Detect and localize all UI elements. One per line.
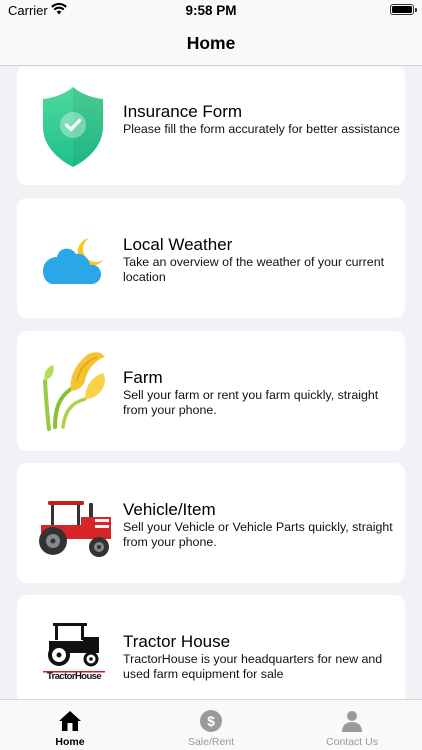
tab-label: Contact Us — [326, 736, 378, 748]
card-description: Sell your farm or rent you farm quickly,… — [123, 388, 379, 417]
card-list[interactable]: Insurance Form Please fill the form accu… — [0, 67, 422, 699]
card-vehicle-item[interactable]: Vehicle/Item Sell your Vehicle or Vehicl… — [17, 463, 405, 583]
tab-bar: Home $ Sale/Rent Contact Us — [0, 699, 422, 750]
battery-tip — [415, 8, 417, 12]
card-tractor-house[interactable]: TractorHouse Tractor House TractorHouse … — [17, 595, 405, 699]
person-icon — [342, 711, 362, 732]
wheat-icon — [43, 352, 105, 431]
card-description: Please fill the form accurately for bett… — [123, 122, 400, 136]
dollar-circle-icon: $ — [200, 710, 222, 732]
status-bar: Carrier 9:58 PM — [0, 0, 422, 22]
card-description: Sell your Vehicle or Vehicle Parts quick… — [123, 520, 393, 549]
card-description: Take an overview of the weather of your … — [123, 255, 385, 284]
shield-check-icon — [43, 87, 103, 167]
card-title: Vehicle/Item — [123, 500, 216, 519]
tab-home[interactable]: Home — [0, 700, 140, 750]
tractor-icon — [39, 501, 111, 557]
tab-sale-rent[interactable]: $ Sale/Rent — [141, 700, 281, 750]
card-local-weather[interactable]: Local Weather Take an overview of the we… — [17, 198, 405, 318]
home-icon — [59, 711, 81, 731]
card-title: Farm — [123, 368, 163, 387]
clock: 9:58 PM — [185, 3, 237, 18]
card-title: Local Weather — [123, 235, 233, 254]
card-title: Tractor House — [123, 632, 231, 651]
battery-icon — [390, 4, 417, 15]
page-title: Home — [186, 33, 236, 53]
svg-text:$: $ — [207, 713, 215, 729]
card-farm[interactable]: Farm Sell your farm or rent you farm qui… — [17, 331, 405, 451]
tractorhouse-logo-text: TractorHouse — [46, 671, 102, 682]
battery-level — [392, 6, 412, 13]
card-insurance-form[interactable]: Insurance Form Please fill the form accu… — [17, 67, 405, 185]
tab-label: Home — [55, 736, 85, 748]
card-description: TractorHouse is your headquarters for ne… — [123, 652, 383, 681]
card-title: Insurance Form — [123, 102, 243, 121]
cloud-moon-icon — [43, 238, 103, 284]
tab-contact-us[interactable]: Contact Us — [282, 700, 422, 750]
navigation-bar: Home — [0, 22, 422, 66]
tab-label: Sale/Rent — [187, 736, 235, 748]
